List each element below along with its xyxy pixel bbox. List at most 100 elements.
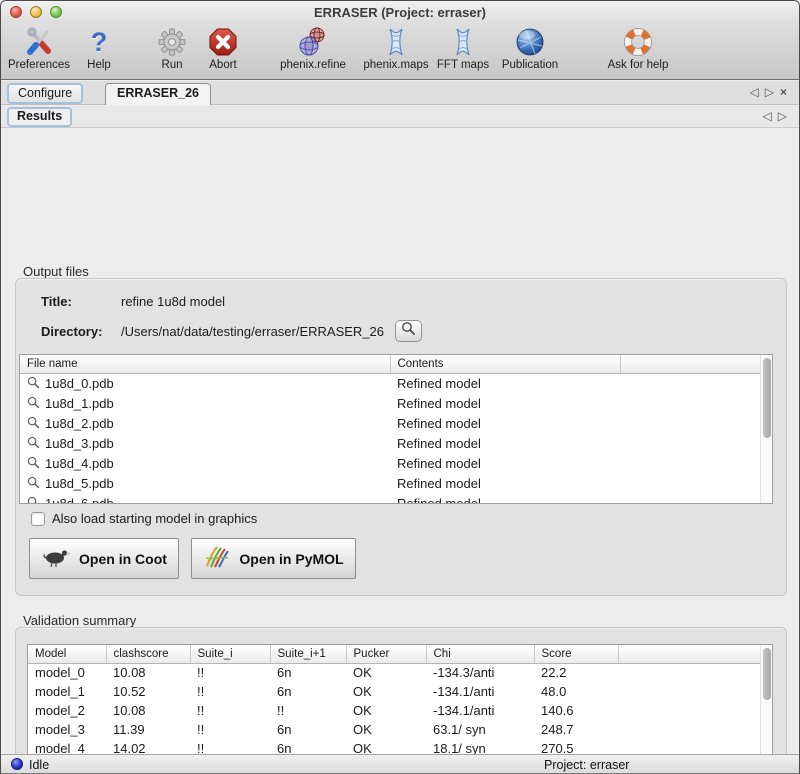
- file-table-header: File nameContents: [20, 355, 762, 373]
- run-button[interactable]: Run: [147, 26, 197, 76]
- load-starting-model-label: Also load starting model in graphics: [52, 511, 257, 526]
- column-header[interactable]: clashscore: [106, 645, 190, 663]
- column-header[interactable]: Pucker: [346, 645, 426, 663]
- column-header[interactable]: [618, 645, 762, 663]
- validation-cell: !!: [190, 663, 270, 682]
- preferences-button[interactable]: Preferences: [3, 26, 75, 76]
- fft-maps-label: FFT maps: [433, 59, 493, 71]
- validation-cell: [618, 682, 762, 701]
- validation-cell: OK: [346, 682, 426, 701]
- file-name: 1u8d_4.pdb: [45, 456, 114, 471]
- file-row[interactable]: 1u8d_6.pdbRefined model: [20, 493, 762, 504]
- validation-cell: -134.3/anti: [426, 663, 534, 682]
- abort-label: Abort: [197, 59, 249, 71]
- load-starting-model-checkbox[interactable]: [31, 512, 45, 526]
- file-contents: Refined model: [390, 373, 620, 393]
- column-header[interactable]: Score: [534, 645, 618, 663]
- phenix-refine-button[interactable]: phenix.refine: [269, 26, 357, 76]
- column-header[interactable]: File name: [20, 355, 390, 373]
- column-header[interactable]: Suite_i+1: [270, 645, 346, 663]
- file-contents: Refined model: [390, 393, 620, 413]
- validation-row[interactable]: model_311.39!!6nOK63.1/ syn248.7: [28, 720, 762, 739]
- app-window: ERRASER (Project: erraser) Preferences ?…: [0, 0, 800, 774]
- run-label: Run: [147, 59, 197, 71]
- search-icon: [27, 376, 40, 389]
- fft-maps-button[interactable]: FFT maps: [433, 26, 493, 76]
- phenix-maps-label: phenix.maps: [357, 59, 435, 71]
- open-in-pymol-label: Open in PyMOL: [239, 551, 343, 567]
- refine-molecules-icon: [269, 26, 357, 58]
- file-row[interactable]: 1u8d_5.pdbRefined model: [20, 473, 762, 493]
- project-text: Project: erraser: [544, 758, 629, 772]
- density-map-icon: [433, 26, 493, 58]
- phenix-maps-button[interactable]: phenix.maps: [357, 26, 435, 76]
- abort-button[interactable]: Abort: [197, 26, 249, 76]
- open-in-coot-button[interactable]: Open in Coot: [29, 538, 179, 579]
- tab-scroll-right-icon[interactable]: ▷: [765, 85, 780, 99]
- preferences-label: Preferences: [3, 59, 75, 71]
- file-name: 1u8d_0.pdb: [45, 376, 114, 391]
- validation-cell: 11.39: [106, 720, 190, 739]
- tab-scroll-left-icon[interactable]: ◁: [750, 85, 765, 99]
- column-header[interactable]: [620, 355, 762, 373]
- help-label: Help: [77, 59, 121, 71]
- file-contents: Refined model: [390, 433, 620, 453]
- abort-icon: [197, 26, 249, 58]
- file-row[interactable]: 1u8d_3.pdb Refined model: [20, 433, 762, 453]
- column-header[interactable]: Chi: [426, 645, 534, 663]
- validation-cell: OK: [346, 663, 426, 682]
- open-in-coot-label: Open in Coot: [79, 551, 167, 567]
- validation-cell: model_2: [28, 701, 106, 720]
- subtab-scroll-left-icon[interactable]: ◁: [763, 109, 778, 123]
- file-name: 1u8d_3.pdb: [45, 436, 114, 451]
- lifesaver-icon: [599, 26, 677, 58]
- file-row[interactable]: 1u8d_1.pdbRefined model: [20, 393, 762, 413]
- file-row[interactable]: 1u8d_2.pdbRefined model: [20, 413, 762, 433]
- validation-cell: 22.2: [534, 663, 618, 682]
- ask-for-help-button[interactable]: Ask for help: [599, 26, 677, 76]
- validation-scrollbar-thumb[interactable]: [763, 648, 771, 700]
- validation-cell: model_3: [28, 720, 106, 739]
- publication-button[interactable]: Publication: [495, 26, 565, 76]
- subtab-scroll-right-icon[interactable]: ▷: [778, 109, 793, 123]
- validation-table-header: ModelclashscoreSuite_iSuite_i+1PuckerChi…: [28, 645, 762, 663]
- file-name: 1u8d_5.pdb: [45, 476, 114, 491]
- tab-configure-label: Configure: [18, 86, 72, 100]
- load-starting-model-checkbox-row: Also load starting model in graphics: [31, 511, 257, 526]
- window-title: ERRASER (Project: erraser): [1, 5, 799, 20]
- help-button[interactable]: ? Help: [77, 26, 121, 76]
- file-contents: Refined model: [390, 413, 620, 433]
- tab-erraser-26[interactable]: ERRASER_26: [105, 83, 211, 105]
- tab-results[interactable]: Results: [7, 107, 72, 127]
- file-row[interactable]: 1u8d_0.pdb Refined model: [20, 373, 762, 393]
- publication-label: Publication: [495, 59, 565, 71]
- file-row[interactable]: 1u8d_4.pdbRefined model: [20, 453, 762, 473]
- validation-cell: 6n: [270, 663, 346, 682]
- tab-configure[interactable]: Configure: [7, 83, 83, 104]
- search-icon: [27, 416, 40, 429]
- output-files-table: File nameContents 1u8d_0.pdb Refined mode…: [19, 354, 773, 504]
- validation-cell: model_0: [28, 663, 106, 682]
- sub-tab-bar: Results ◁▷: [1, 106, 799, 128]
- validation-cell: -134.1/anti: [426, 701, 534, 720]
- column-header[interactable]: Model: [28, 645, 106, 663]
- file-scrollbar-thumb[interactable]: [763, 358, 771, 438]
- validation-cell: 6n: [270, 682, 346, 701]
- validation-row[interactable]: model_010.08!!6nOK-134.3/anti22.2: [28, 663, 762, 682]
- tab-close-icon[interactable]: ×: [780, 85, 793, 99]
- open-in-pymol-button[interactable]: Open in PyMOL: [191, 538, 356, 579]
- density-map-icon: [357, 26, 435, 58]
- column-header[interactable]: Contents: [390, 355, 620, 373]
- browse-directory-button[interactable]: [395, 320, 422, 342]
- validation-cell: [618, 720, 762, 739]
- search-icon: [27, 396, 40, 409]
- file-contents: Refined model: [390, 493, 620, 504]
- validation-row[interactable]: model_210.08!!!!OK-134.1/anti140.6: [28, 701, 762, 720]
- column-header[interactable]: Suite_i: [190, 645, 270, 663]
- file-table-scrollbar[interactable]: [760, 355, 772, 503]
- validation-row[interactable]: model_110.52!!6nOK-134.1/anti48.0: [28, 682, 762, 701]
- status-text: Idle: [29, 758, 49, 772]
- ask-for-help-label: Ask for help: [599, 59, 677, 71]
- toolbar: Preferences ? Help: [1, 23, 799, 80]
- validation-cell: 10.08: [106, 663, 190, 682]
